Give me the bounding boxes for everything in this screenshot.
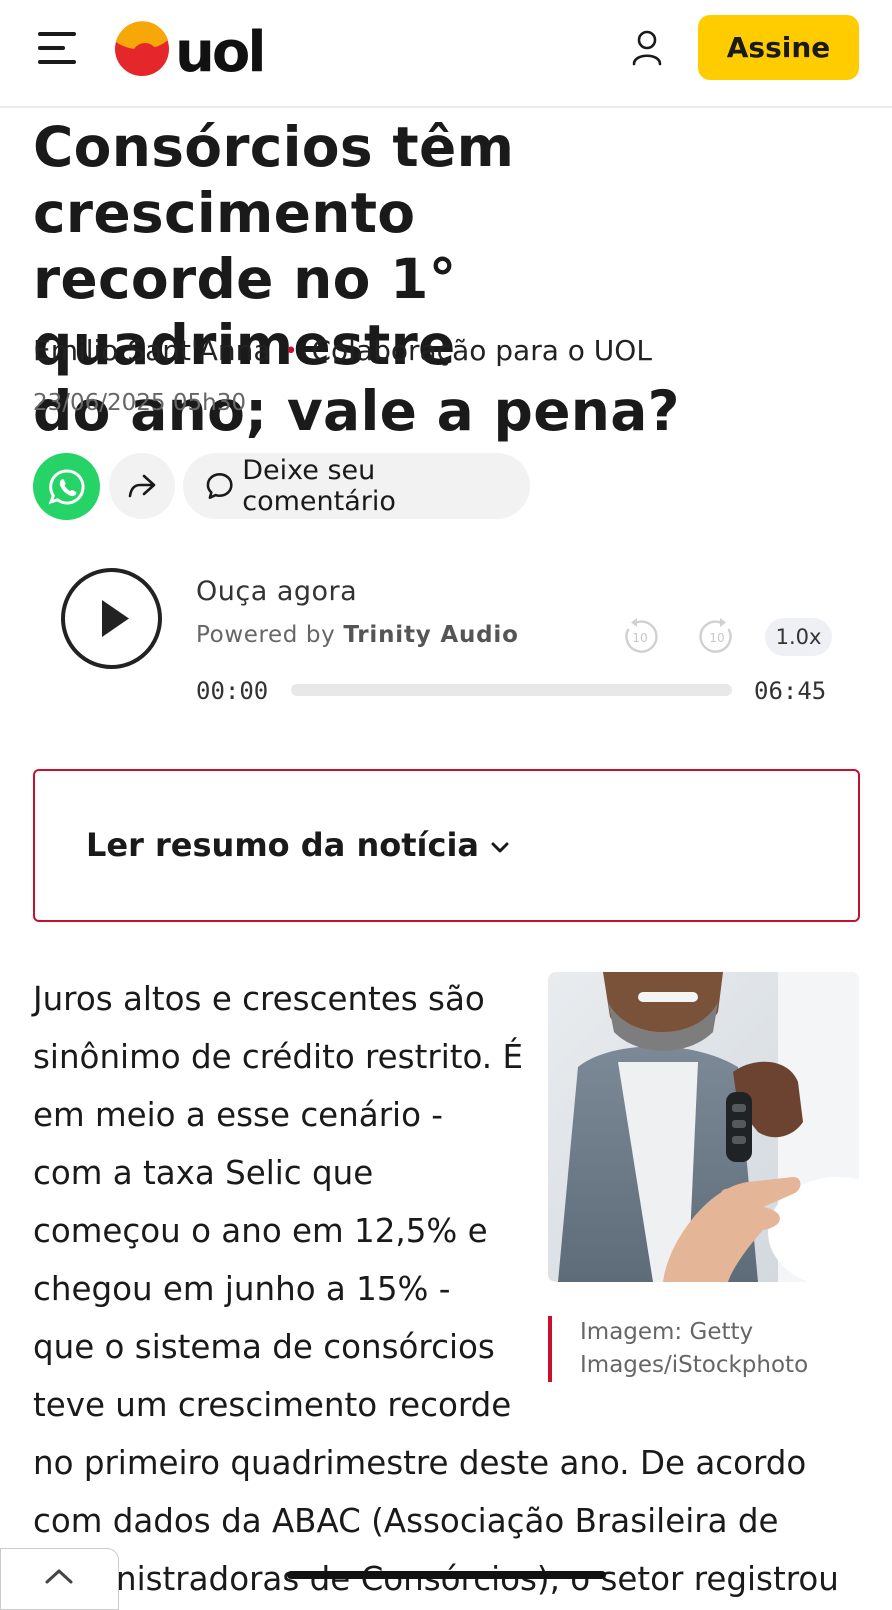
publish-date: 23/06/2025 05h30 xyxy=(33,390,246,416)
subscribe-button[interactable]: Assine xyxy=(698,15,859,80)
home-indicator[interactable] xyxy=(287,1571,606,1579)
uol-logo-mark: uol xyxy=(115,20,267,85)
body-line: com dados da ABAC (Associação Brasileira… xyxy=(33,1502,779,1540)
uol-logo-text: uol xyxy=(175,20,264,78)
image-caption: Imagem: Getty Images/iStockphoto xyxy=(548,1316,848,1382)
comment-button-label: Deixe seu comentário xyxy=(242,455,396,517)
powered-by-label: Powered by xyxy=(196,622,336,648)
user-account-icon[interactable] xyxy=(631,30,663,66)
scroll-to-top-button[interactable] xyxy=(0,1548,119,1610)
body-line: sinônimo de crédito restrito. É xyxy=(33,1038,523,1076)
body-line: Juros altos e crescentes são xyxy=(33,980,485,1018)
byline: Emilio Sant'Anna • Colaboração para o UOL xyxy=(33,334,652,367)
share-arrow-icon xyxy=(128,474,156,498)
share-button[interactable] xyxy=(109,453,175,519)
body-line: Administradoras de Consórcios), o setor … xyxy=(33,1560,839,1598)
body-line: teve um crescimento recorde xyxy=(33,1386,512,1424)
play-icon[interactable] xyxy=(60,567,163,670)
whatsapp-icon xyxy=(47,468,85,504)
body-line: que o sistema de consórcios xyxy=(33,1328,495,1366)
collaboration-label: Colaboração para o UOL xyxy=(311,334,652,367)
hamburger-menu-icon[interactable] xyxy=(38,30,78,66)
playback-speed-button[interactable]: 1.0x xyxy=(765,618,832,656)
rewind-seconds: 10 xyxy=(632,631,647,645)
chevron-up-icon xyxy=(45,1569,73,1584)
summary-toggle[interactable]: Ler resumo da notícia xyxy=(33,769,860,922)
audio-duration: 06:45 xyxy=(754,677,827,705)
audio-progress-bar[interactable] xyxy=(291,684,732,696)
site-header: uol Assine xyxy=(0,0,892,108)
audio-provider[interactable]: Trinity Audio xyxy=(343,622,518,648)
audio-title: Ouça agora xyxy=(196,576,358,607)
audio-powered-by: Powered by Trinity Audio xyxy=(196,622,519,648)
body-line: em meio a esse cenário - xyxy=(33,1096,444,1134)
body-line: no primeiro quadrimestre deste ano. De a… xyxy=(33,1444,807,1482)
summary-label: Ler resumo da notícia xyxy=(86,826,479,864)
byline-separator: • xyxy=(284,339,298,364)
body-line: com a taxa Selic que xyxy=(33,1154,374,1192)
comment-button[interactable]: Deixe seu comentário xyxy=(183,453,530,519)
uol-logo[interactable]: uol xyxy=(115,20,275,85)
body-line: chegou em junho a 15% - xyxy=(33,1270,451,1308)
article-photo[interactable] xyxy=(548,972,859,1282)
photo-illustration xyxy=(548,972,859,1282)
forward-10-icon[interactable]: 10 xyxy=(697,617,737,657)
audio-current-time: 00:00 xyxy=(196,677,269,705)
title-line: Consórcios têm crescimento xyxy=(33,115,515,245)
forward-seconds: 10 xyxy=(709,631,724,645)
whatsapp-share-button[interactable] xyxy=(33,453,100,520)
comment-bubble-icon xyxy=(206,473,233,499)
author-name[interactable]: Emilio Sant'Anna xyxy=(33,334,271,367)
chevron-down-icon xyxy=(491,842,509,853)
body-line: começou o ano em 12,5% e xyxy=(33,1212,488,1250)
rewind-10-icon[interactable]: 10 xyxy=(620,617,660,657)
